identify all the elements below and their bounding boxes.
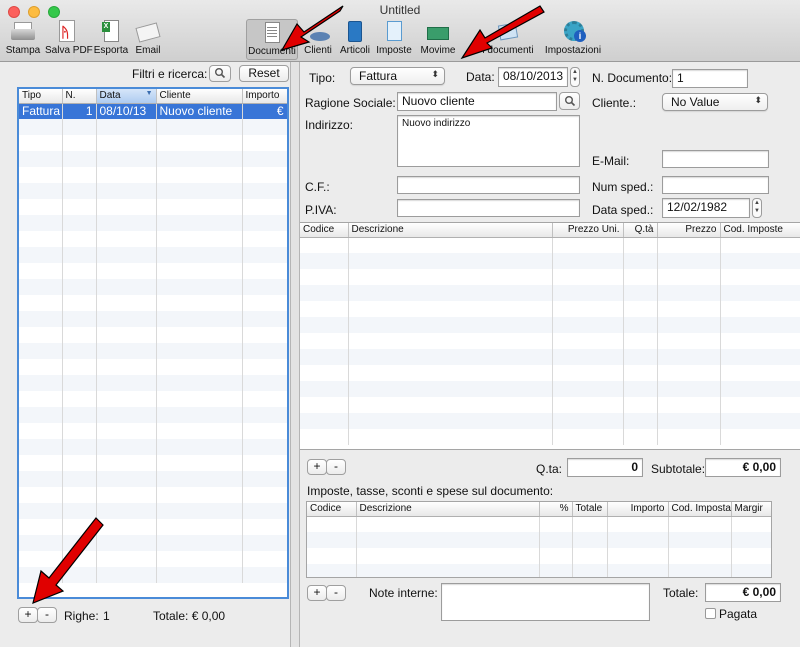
- annotation-arrow-icon: [280, 5, 344, 52]
- annotation-arrow-icon: [460, 5, 545, 60]
- annotation-arrows: [32, 5, 545, 604]
- annotation-arrow-icon: [32, 517, 104, 604]
